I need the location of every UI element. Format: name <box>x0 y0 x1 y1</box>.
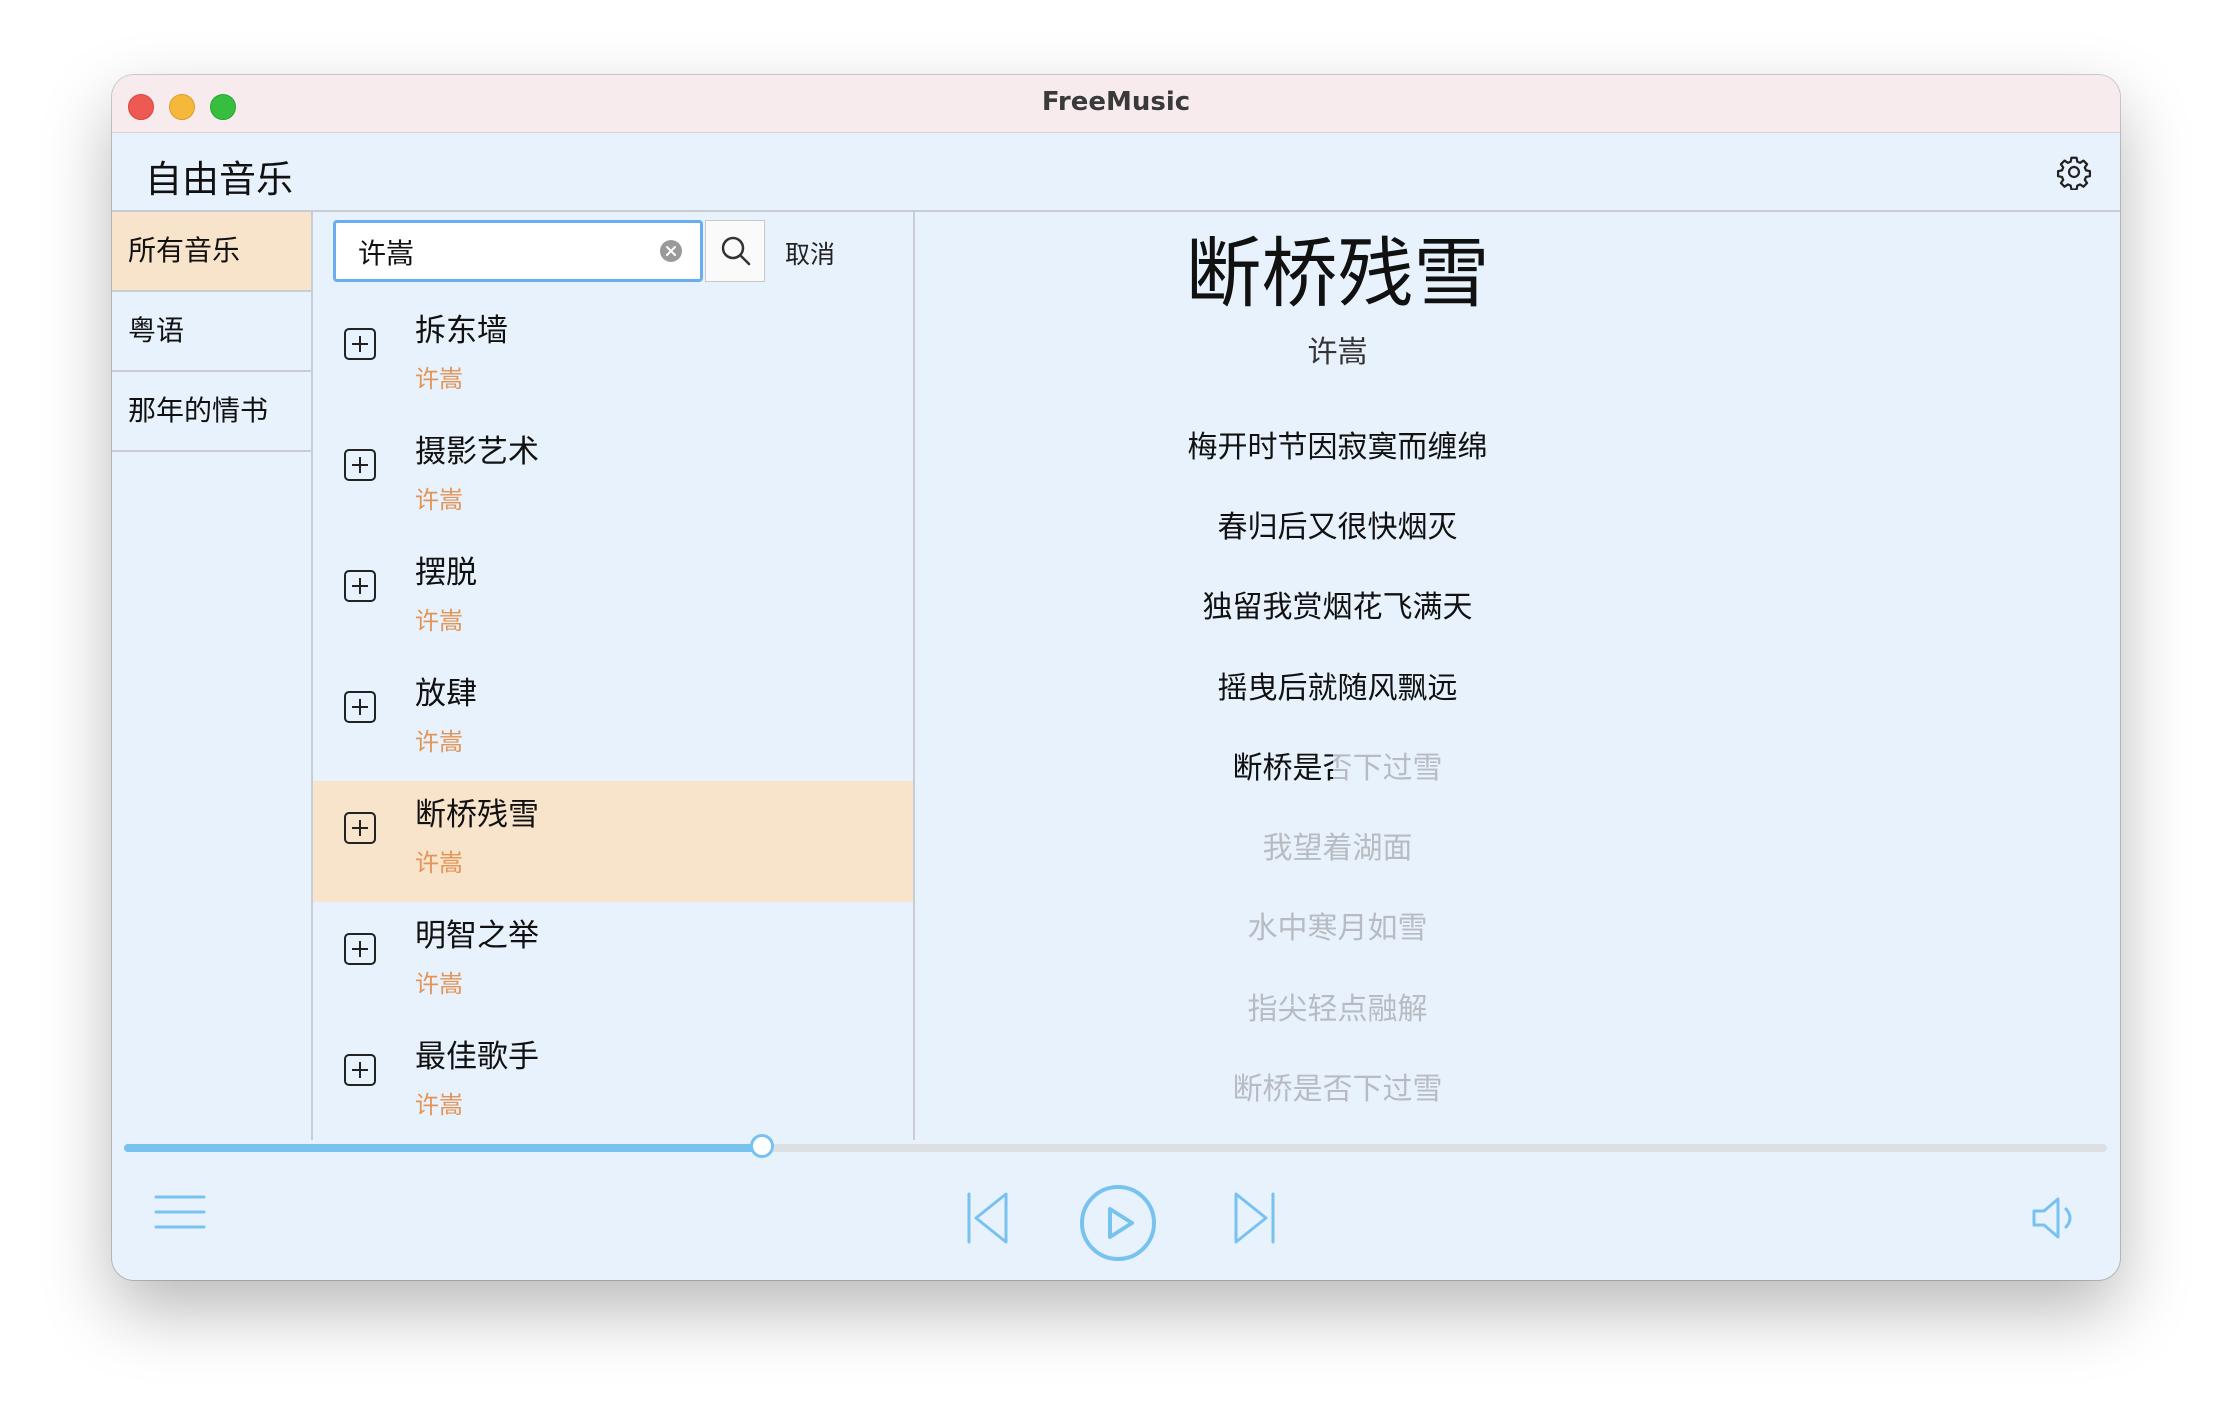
window-title: FreeMusic <box>1041 87 1191 117</box>
lyrics-panel: 断桥残雪 许嵩 梅开时节因寂寞而缠绵 春归后又很快烟灭 独留我赏烟花飞满天 摇曳… <box>915 212 2120 1140</box>
plus-square-icon[interactable] <box>343 327 377 361</box>
song-title: 摄影艺术 <box>415 434 539 470</box>
song-title: 最佳歌手 <box>415 1039 539 1075</box>
sidebar-item-cantonese[interactable]: 粤语 <box>112 292 311 372</box>
lyric-line: 摇曳后就随风飘远 <box>1217 671 1458 706</box>
song-row[interactable]: 放肆 许嵩 <box>313 660 913 781</box>
skip-previous-icon[interactable] <box>964 1190 1012 1246</box>
song-title: 放肆 <box>415 676 477 712</box>
plus-square-icon[interactable] <box>343 448 377 482</box>
song-row[interactable]: 明智之举 许嵩 <box>313 902 913 1023</box>
app-header: 自由音乐 <box>112 133 2120 212</box>
plus-square-icon[interactable] <box>343 690 377 724</box>
clear-icon[interactable] <box>660 240 682 262</box>
app-title: 自由音乐 <box>145 158 293 201</box>
sidebar-item-all-music[interactable]: 所有音乐 <box>112 212 311 292</box>
song-row-selected[interactable]: 断桥残雪 许嵩 <box>313 781 913 902</box>
app-window: FreeMusic 自由音乐 所有音乐 粤语 那年的情书 取消 <box>112 75 2120 1280</box>
search-icon <box>721 236 751 266</box>
gear-icon[interactable] <box>2056 154 2092 190</box>
song-title: 断桥残雪 <box>415 797 539 833</box>
title-bar: FreeMusic <box>112 75 2120 133</box>
song-artist: 许嵩 <box>415 1091 463 1119</box>
play-icon[interactable] <box>1078 1183 1158 1263</box>
search-field <box>333 220 703 282</box>
lyric-line: 断桥是否下过雪 <box>1232 1072 1443 1107</box>
lyric-line: 独留我赏烟花飞满天 <box>1202 590 1473 625</box>
lyric-line: 水中寒月如雪 <box>1247 911 1428 946</box>
song-title: 拆东墙 <box>415 313 508 349</box>
lyric-line: 春归后又很快烟灭 <box>1217 510 1458 545</box>
skip-next-icon[interactable] <box>1230 1190 1278 1246</box>
plus-square-icon[interactable] <box>343 811 377 845</box>
search-button[interactable] <box>705 220 765 282</box>
menu-icon[interactable] <box>154 1192 206 1232</box>
progress-handle[interactable] <box>749 1134 774 1158</box>
search-input[interactable] <box>356 231 660 273</box>
lyric-line: 我望着湖面 <box>1262 831 1413 866</box>
now-playing-title: 断桥残雪 <box>1185 229 1490 318</box>
song-artist: 许嵩 <box>415 849 463 877</box>
now-playing-artist: 许嵩 <box>1307 335 1368 370</box>
song-row[interactable]: 摆脱 许嵩 <box>313 539 913 660</box>
song-artist: 许嵩 <box>415 486 463 514</box>
song-row[interactable]: 拆东墙 许嵩 <box>313 297 913 418</box>
playback-progress-bar[interactable] <box>124 1134 2107 1158</box>
song-row[interactable]: 摄影艺术 许嵩 <box>313 418 913 539</box>
song-list: 拆东墙 许嵩 摄影艺术 许嵩 摆脱 许嵩 放肆 许嵩 断桥残雪 许嵩 明智之举 … <box>313 297 913 1140</box>
lyric-current-highlight: 断桥是否下过雪 断桥是否下过雪 <box>1233 743 1443 787</box>
plus-square-icon[interactable] <box>343 1053 377 1087</box>
song-title: 摆脱 <box>415 555 477 591</box>
plus-square-icon[interactable] <box>343 569 377 603</box>
lyric-line: 梅开时节因寂寞而缠绵 <box>1187 430 1488 465</box>
lyric-line-current: 断桥是否下过雪 断桥是否下过雪 <box>915 743 1760 787</box>
song-list-panel: 取消 拆东墙 许嵩 摄影艺术 许嵩 摆脱 许嵩 放肆 许嵩 <box>313 212 915 1140</box>
lyric-line: 指尖轻点融解 <box>1247 992 1428 1027</box>
song-row[interactable]: 最佳歌手 许嵩 <box>313 1023 913 1140</box>
song-artist: 许嵩 <box>415 970 463 998</box>
sidebar-item-love-letters[interactable]: 那年的情书 <box>112 372 311 452</box>
search-bar: 取消 <box>333 220 893 284</box>
song-title: 明智之举 <box>415 918 539 954</box>
plus-square-icon[interactable] <box>343 932 377 966</box>
cancel-search-button[interactable]: 取消 <box>785 235 835 271</box>
category-sidebar: 所有音乐 粤语 那年的情书 <box>112 212 313 1140</box>
lyric-current-sung-part: 断桥是否下过雪 <box>1232 751 1334 786</box>
song-artist: 许嵩 <box>415 728 463 756</box>
song-artist: 许嵩 <box>415 607 463 635</box>
progress-fill <box>124 1144 763 1152</box>
song-artist: 许嵩 <box>415 365 463 393</box>
volume-icon[interactable] <box>2030 1195 2080 1241</box>
